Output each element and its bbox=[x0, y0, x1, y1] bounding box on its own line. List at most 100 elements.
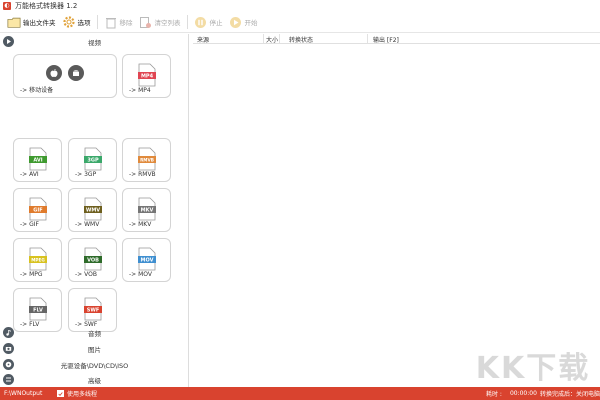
flv-file-icon: FLV bbox=[28, 297, 47, 321]
remove-label: 移除 bbox=[119, 19, 133, 27]
clear-list-label: 清空列表 bbox=[154, 19, 181, 27]
format-label: -> MP4 bbox=[129, 87, 151, 94]
format-tile-avi[interactable]: AVI -> AVI bbox=[13, 138, 62, 182]
svg-text:AVI: AVI bbox=[33, 158, 42, 164]
category-audio-label: 音频 bbox=[88, 329, 101, 338]
column-divider bbox=[263, 34, 264, 43]
app-logo-icon: ◐ bbox=[3, 2, 11, 10]
category-advanced[interactable]: 高级 bbox=[0, 373, 189, 386]
format-tile-vob[interactable]: VOB -> VOB bbox=[68, 238, 117, 282]
disc-icon bbox=[3, 359, 14, 370]
clear-list-button[interactable]: 清空列表 bbox=[139, 13, 181, 32]
camera-icon bbox=[3, 343, 14, 354]
format-tile-wmv[interactable]: WMV -> WMV bbox=[68, 188, 117, 232]
watermark-logo: KK下载 bbox=[475, 351, 591, 386]
format-tile-mov[interactable]: MOV -> MOV bbox=[122, 238, 171, 282]
trash-icon bbox=[104, 15, 118, 29]
column-divider bbox=[367, 34, 368, 43]
category-image-label: 图片 bbox=[88, 345, 101, 354]
file-list-header: 来源 大小 转换状态 输出 [F2] bbox=[193, 34, 600, 44]
start-button[interactable]: 开始 bbox=[229, 13, 258, 32]
column-size[interactable]: 大小 bbox=[266, 35, 278, 44]
avi-file-icon: AVI bbox=[28, 147, 47, 171]
multithread-checkbox[interactable]: 使用多线程 bbox=[57, 387, 97, 400]
format-label: -> RMVB bbox=[129, 171, 156, 178]
format-label: -> 移动设备 bbox=[20, 87, 54, 94]
category-disc[interactable]: 光驱设备\DVD\CD\ISO bbox=[0, 358, 189, 371]
checkmark-icon bbox=[57, 390, 64, 397]
output-folder-button[interactable]: 输出文件夹 bbox=[7, 13, 56, 32]
svg-text:MPEG: MPEG bbox=[31, 257, 45, 262]
elapsed-label: 耗时 : bbox=[486, 391, 502, 398]
category-image[interactable]: 图片 bbox=[0, 342, 189, 355]
svg-text:GIF: GIF bbox=[33, 208, 42, 214]
svg-text:FLV: FLV bbox=[33, 308, 43, 314]
pause-icon bbox=[194, 15, 208, 29]
format-tile-3gp[interactable]: 3GP -> 3GP bbox=[68, 138, 117, 182]
category-advanced-label: 高级 bbox=[88, 376, 101, 385]
format-tile-mpg[interactable]: MPEG -> MPG bbox=[13, 238, 62, 282]
options-label: 选项 bbox=[77, 19, 91, 27]
svg-text:MP4: MP4 bbox=[140, 74, 153, 80]
output-path-segment[interactable]: F:\WNOutput bbox=[4, 387, 42, 400]
options-button[interactable]: 选项 bbox=[62, 13, 91, 32]
mkv-file-icon: MKV bbox=[137, 197, 156, 221]
apple-icon bbox=[46, 65, 62, 81]
mp4-file-icon: MP4 bbox=[137, 63, 156, 87]
android-icon bbox=[68, 65, 84, 81]
toolbar: 输出文件夹 选项 移除 清空列表 停止 开始 bbox=[0, 12, 600, 33]
wmv-file-icon: WMV bbox=[83, 197, 102, 221]
category-video-label: 视频 bbox=[88, 38, 101, 47]
output-folder-label: 输出文件夹 bbox=[23, 19, 56, 27]
format-label: -> VOB bbox=[75, 271, 97, 278]
conversion-panel: 视频 -> 移动设备 MP4 -> MP4 AVI -> AVI 3GP -> … bbox=[0, 34, 189, 387]
category-disc-label: 光驱设备\DVD\CD\ISO bbox=[60, 361, 129, 370]
stop-button[interactable]: 停止 bbox=[194, 13, 223, 32]
format-label: -> 3GP bbox=[75, 171, 97, 178]
format-tile-gif[interactable]: GIF -> GIF bbox=[13, 188, 62, 232]
window-title: 万能格式转换器 1.2 bbox=[15, 2, 78, 10]
format-label: -> WMV bbox=[75, 221, 100, 228]
play-icon bbox=[229, 15, 243, 29]
start-label: 开始 bbox=[244, 19, 258, 27]
remove-button[interactable]: 移除 bbox=[104, 13, 133, 32]
svg-text:WMV: WMV bbox=[85, 208, 99, 214]
format-label: -> GIF bbox=[20, 221, 39, 228]
multithread-label: 使用多线程 bbox=[67, 391, 98, 398]
column-source[interactable]: 来源 bbox=[197, 35, 209, 44]
format-label: -> MOV bbox=[129, 271, 152, 278]
column-output[interactable]: 输出 [F2] bbox=[373, 35, 399, 44]
column-divider bbox=[279, 34, 280, 43]
format-label: -> AVI bbox=[20, 171, 39, 178]
category-audio[interactable]: 音频 bbox=[0, 326, 189, 339]
output-path: F:\WNOutput bbox=[4, 390, 43, 397]
svg-text:RMVB: RMVB bbox=[140, 157, 154, 162]
toolbar-divider bbox=[96, 15, 98, 29]
gif-file-icon: GIF bbox=[28, 197, 47, 221]
format-tile-rmvb[interactable]: RMVB -> RMVB bbox=[122, 138, 171, 182]
mpeg-file-icon: MPEG bbox=[28, 247, 47, 271]
music-note-icon bbox=[3, 327, 14, 338]
rmvb-file-icon: RMVB bbox=[137, 147, 156, 171]
svg-text:MKV: MKV bbox=[140, 208, 153, 214]
format-tile-mkv[interactable]: MKV -> MKV bbox=[122, 188, 171, 232]
column-status[interactable]: 转换状态 bbox=[289, 35, 313, 44]
format-tile-mobile[interactable]: -> 移动设备 bbox=[13, 54, 117, 98]
video-play-icon bbox=[3, 36, 14, 47]
vob-file-icon: VOB bbox=[83, 247, 102, 271]
svg-text:3GP: 3GP bbox=[87, 158, 99, 164]
file-list-area[interactable] bbox=[193, 45, 600, 387]
stop-label: 停止 bbox=[209, 19, 223, 27]
elapsed-segment: 耗时 : 00:00:00 bbox=[486, 387, 537, 400]
svg-text:SWF: SWF bbox=[86, 308, 99, 314]
3gp-file-icon: 3GP bbox=[83, 147, 102, 171]
advanced-tools-icon bbox=[3, 374, 14, 385]
format-label: -> MPG bbox=[20, 271, 43, 278]
format-tile-mp4[interactable]: MP4 -> MP4 bbox=[122, 54, 171, 98]
svg-text:MOV: MOV bbox=[140, 258, 153, 264]
gear-icon bbox=[62, 15, 76, 29]
mov-file-icon: MOV bbox=[137, 247, 156, 271]
category-video[interactable]: 视频 bbox=[0, 35, 189, 48]
folder-icon bbox=[7, 15, 21, 29]
after-convert-segment[interactable]: 转换完成后：关闭电脑 bbox=[540, 387, 600, 400]
